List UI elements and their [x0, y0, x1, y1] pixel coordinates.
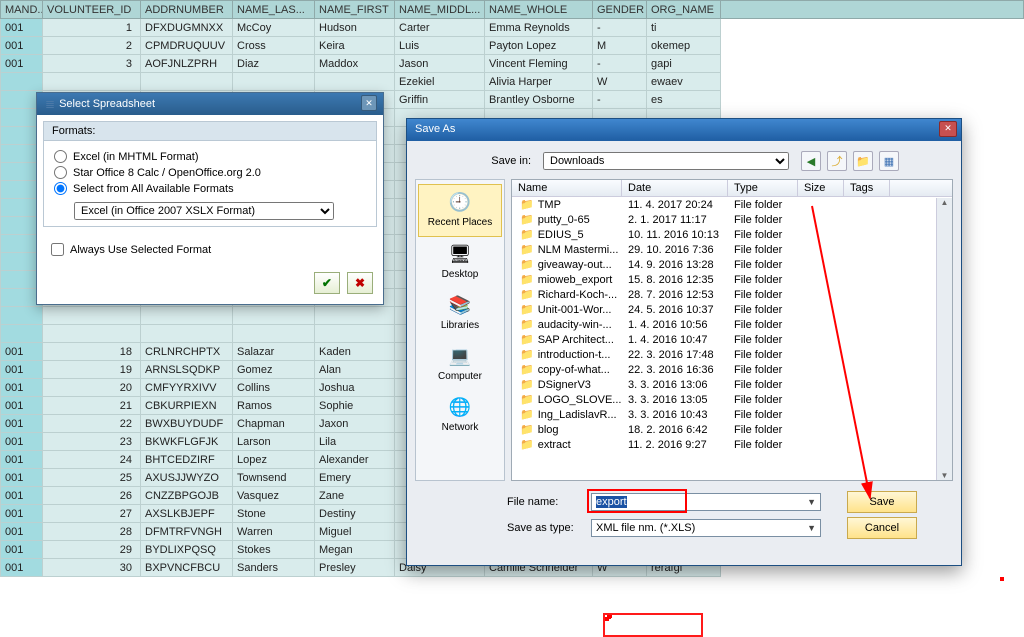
- table-row[interactable]: 0013AOFJNLZPRHDiazMaddoxJasonVincent Fle…: [1, 55, 1024, 73]
- close-icon[interactable]: ✕: [939, 121, 957, 137]
- close-icon[interactable]: ✕: [361, 95, 377, 111]
- file-row[interactable]: NLM Mastermi...29. 10. 2016 7:36File fol…: [512, 242, 952, 257]
- computer-icon: 💻: [444, 343, 476, 369]
- file-row[interactable]: EDIUS_510. 11. 2016 10:13File folder: [512, 227, 952, 242]
- dialog-icon: [45, 97, 59, 111]
- column-header[interactable]: ADDRNUMBER: [141, 1, 233, 19]
- new-folder-icon[interactable]: 📁: [853, 151, 873, 171]
- save-button[interactable]: Save: [847, 491, 917, 513]
- save-in-label: Save in:: [477, 155, 531, 167]
- column-header[interactable]: NAME_FIRST: [315, 1, 395, 19]
- place-recent-places[interactable]: 🕘Recent Places: [418, 184, 502, 237]
- desktop-icon: 🖥: [444, 241, 476, 267]
- always-use-label: Always Use Selected Format: [70, 244, 211, 256]
- column-header[interactable]: MAND...: [1, 1, 43, 19]
- file-row[interactable]: SAP Architect...1. 4. 2016 10:47File fol…: [512, 332, 952, 347]
- file-row[interactable]: introduction-t...22. 3. 2016 17:48File f…: [512, 347, 952, 362]
- network-icon: 🌐: [444, 394, 476, 420]
- place-network[interactable]: 🌐Network: [418, 390, 502, 441]
- column-header[interactable]: NAME_WHOLE: [485, 1, 593, 19]
- place-libraries[interactable]: 📚Libraries: [418, 288, 502, 339]
- file-row[interactable]: LOGO_SLOVE...3. 3. 2016 13:05File folder: [512, 392, 952, 407]
- format-dropdown[interactable]: Excel (in Office 2007 XSLX Format): [74, 202, 334, 220]
- save-as-title: Save As: [415, 123, 455, 135]
- recent-places-icon: 🕘: [444, 189, 476, 215]
- file-list[interactable]: NameDateTypeSizeTags TMP11. 4. 2017 20:2…: [511, 179, 953, 481]
- list-header[interactable]: Date: [622, 180, 728, 196]
- list-header[interactable]: Name: [512, 180, 622, 196]
- radio-mhtml-label: Excel (in MHTML Format): [73, 151, 199, 163]
- always-use-format-checkbox[interactable]: [51, 243, 64, 256]
- place-desktop[interactable]: 🖥Desktop: [418, 237, 502, 288]
- annotation-filename: [608, 614, 612, 618]
- up-icon[interactable]: ⤴: [827, 151, 847, 171]
- file-row[interactable]: audacity-win-...1. 4. 2016 10:56File fol…: [512, 317, 952, 332]
- check-icon: ✔: [322, 276, 332, 290]
- save-as-titlebar[interactable]: Save As ✕: [407, 119, 961, 141]
- formats-label: Formats:: [44, 122, 376, 141]
- ok-button[interactable]: ✔: [314, 272, 340, 294]
- view-icon[interactable]: ▦: [879, 151, 899, 171]
- file-row[interactable]: putty_0-652. 1. 2017 11:17File folder: [512, 212, 952, 227]
- column-header[interactable]: NAME_MIDDL...: [395, 1, 485, 19]
- annotation-filename-box: [1000, 577, 1004, 581]
- file-row[interactable]: TMP11. 4. 2017 20:24File folder: [512, 197, 952, 212]
- radio-star[interactable]: [54, 166, 67, 179]
- libraries-icon: 📚: [444, 292, 476, 318]
- table-row[interactable]: 0011DFXDUGMNXXMcCoyHudsonCarterEmma Reyn…: [1, 19, 1024, 37]
- file-row[interactable]: Unit-001-Wor...24. 5. 2016 10:37File fol…: [512, 302, 952, 317]
- scrollbar[interactable]: ▲▼: [936, 198, 952, 480]
- annotation-filename-highlight: [607, 615, 611, 619]
- file-row[interactable]: blog18. 2. 2016 6:42File folder: [512, 422, 952, 437]
- column-header[interactable]: NAME_LAS...: [233, 1, 315, 19]
- annotation-filename-box: [605, 617, 609, 621]
- list-header[interactable]: Size: [798, 180, 844, 196]
- file-row[interactable]: extract11. 2. 2016 9:27File folder: [512, 437, 952, 452]
- file-row[interactable]: copy-of-what...22. 3. 2016 16:36File fol…: [512, 362, 952, 377]
- radio-all-label: Select from All Available Formats: [73, 183, 234, 195]
- file-row[interactable]: DSignerV33. 3. 2016 13:06File folder: [512, 377, 952, 392]
- column-header[interactable]: VOLUNTEER_ID: [43, 1, 141, 19]
- select-dialog-titlebar[interactable]: Select Spreadsheet ✕: [37, 93, 383, 115]
- file-row[interactable]: giveaway-out...14. 9. 2016 13:28File fol…: [512, 257, 952, 272]
- places-bar: 🕘Recent Places🖥Desktop📚Libraries💻Compute…: [415, 179, 505, 481]
- save-in-dropdown[interactable]: Downloads: [543, 152, 789, 170]
- table-row[interactable]: 0012CPMDRUQUUVCrossKeiraLuisPayton Lopez…: [1, 37, 1024, 55]
- save-as-type-dropdown[interactable]: XML file nm. (*.XLS)▼: [591, 519, 821, 537]
- select-spreadsheet-dialog: Select Spreadsheet ✕ Formats: Excel (in …: [36, 92, 384, 305]
- file-row[interactable]: Ing_LadislavR...3. 3. 2016 10:43File fol…: [512, 407, 952, 422]
- file-row[interactable]: Richard-Koch-...28. 7. 2016 12:53File fo…: [512, 287, 952, 302]
- radio-mhtml[interactable]: [54, 150, 67, 163]
- column-header[interactable]: GENDER: [593, 1, 647, 19]
- file-row[interactable]: mioweb_export15. 8. 2016 12:35File folde…: [512, 272, 952, 287]
- place-computer[interactable]: 💻Computer: [418, 339, 502, 390]
- table-row[interactable]: EzekielAlivia HarperWewaev: [1, 73, 1024, 91]
- list-header[interactable]: Type: [728, 180, 798, 196]
- column-header[interactable]: ORG_NAME: [647, 1, 721, 19]
- cancel-button[interactable]: ✖: [347, 272, 373, 294]
- back-icon[interactable]: ◀: [801, 151, 821, 171]
- radio-all-formats[interactable]: [54, 182, 67, 195]
- save-as-dialog: Save As ✕ Save in: Downloads ◀ ⤴ 📁 ▦ 🕘Re…: [406, 118, 962, 566]
- save-type-label: Save as type:: [507, 522, 591, 534]
- file-name-label: File name:: [507, 496, 591, 508]
- cancel-button[interactable]: Cancel: [847, 517, 917, 539]
- radio-star-label: Star Office 8 Calc / OpenOffice.org 2.0: [73, 167, 261, 179]
- annotation-filename-box: [603, 613, 703, 637]
- list-header[interactable]: Tags: [844, 180, 890, 196]
- select-dialog-title: Select Spreadsheet: [59, 98, 155, 110]
- file-name-input[interactable]: export▼: [591, 493, 821, 511]
- x-icon: ✖: [355, 276, 365, 290]
